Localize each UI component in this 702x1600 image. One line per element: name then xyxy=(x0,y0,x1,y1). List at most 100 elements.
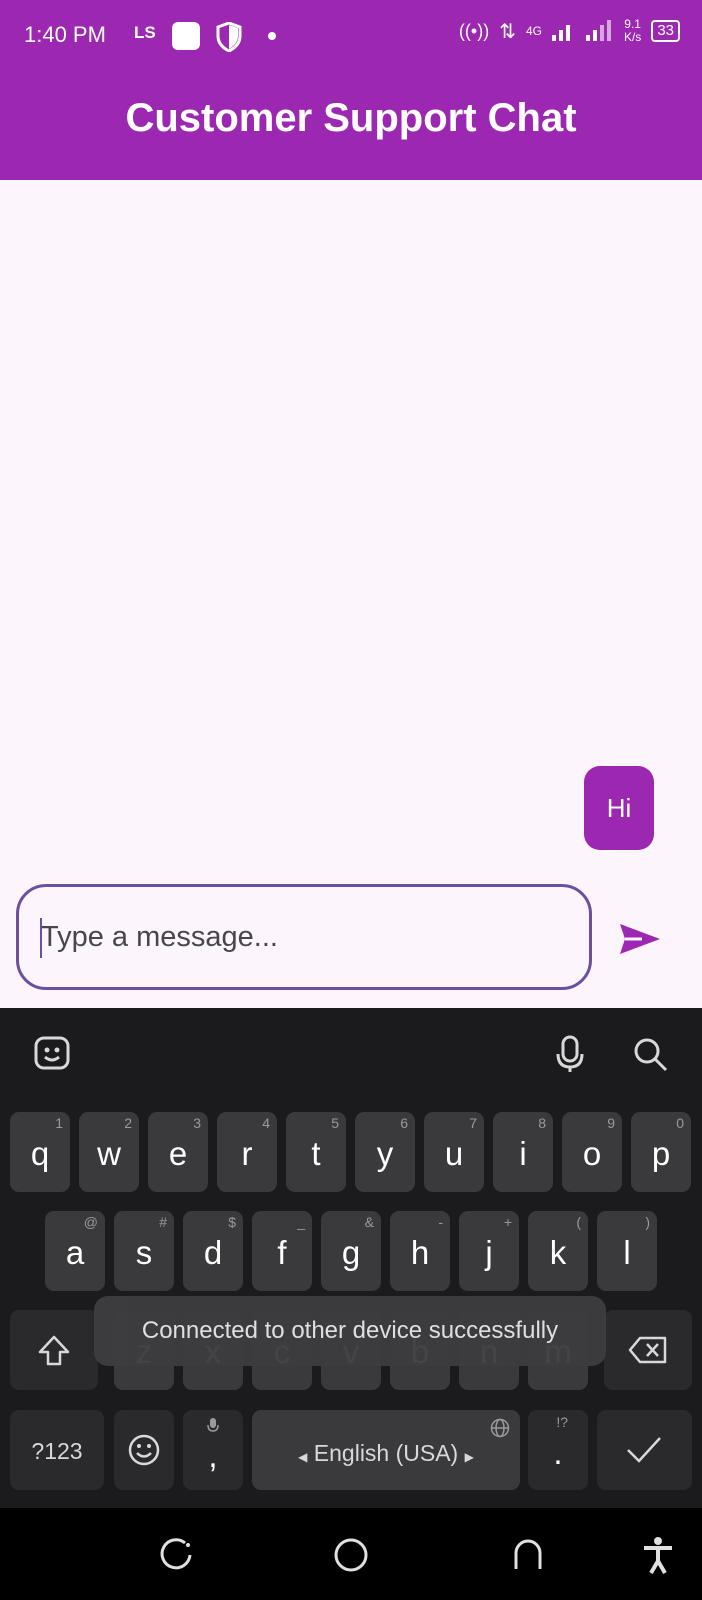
message-input-container[interactable] xyxy=(16,884,592,990)
backspace-icon xyxy=(628,1336,667,1364)
key-label: t xyxy=(311,1135,321,1172)
period-key[interactable]: !? . xyxy=(528,1410,588,1490)
key-hint: & xyxy=(364,1214,374,1230)
key-hint: 0 xyxy=(676,1115,684,1131)
key-p[interactable]: 0p xyxy=(631,1112,691,1192)
key-label: l xyxy=(623,1234,631,1271)
text-cursor xyxy=(40,918,42,958)
recents-button[interactable] xyxy=(155,1533,199,1577)
shield-icon xyxy=(216,21,242,57)
backspace-key[interactable] xyxy=(604,1310,692,1390)
key-label: u xyxy=(444,1135,464,1172)
key-hint: 1 xyxy=(55,1115,63,1131)
key-q[interactable]: 1q xyxy=(10,1112,70,1192)
key-label: i xyxy=(519,1135,527,1172)
key-label: e xyxy=(168,1135,188,1172)
keyboard-toolbar xyxy=(0,1008,702,1098)
key-d[interactable]: $ d xyxy=(183,1211,243,1291)
message-input[interactable] xyxy=(41,907,561,967)
key-hint: 3 xyxy=(193,1115,201,1131)
back-button[interactable] xyxy=(506,1533,550,1577)
key-label: English (USA) xyxy=(313,1440,459,1466)
status-indicators: ((•)) ⇅ 4G 9.1 K/s 33 xyxy=(459,18,680,44)
key-f[interactable]: _ f xyxy=(252,1211,312,1291)
key-label: h xyxy=(410,1234,430,1271)
key-label: f xyxy=(277,1234,287,1271)
carrier-badge: LS xyxy=(134,23,156,42)
key-e[interactable]: 3e xyxy=(148,1112,208,1192)
search-icon[interactable] xyxy=(630,1034,670,1074)
key-hint: 5 xyxy=(331,1115,339,1131)
key-w[interactable]: 2w xyxy=(79,1112,139,1192)
send-icon xyxy=(620,924,660,954)
key-hint: 2 xyxy=(124,1115,132,1131)
key-label: a xyxy=(65,1234,85,1271)
back-icon xyxy=(514,1539,542,1569)
key-a[interactable]: @ a xyxy=(45,1211,105,1291)
enter-key[interactable] xyxy=(597,1410,692,1490)
key-label: q xyxy=(30,1135,50,1172)
space-key[interactable]: ◀ English (USA) ▶ xyxy=(252,1410,520,1490)
key-hint: 8 xyxy=(538,1115,546,1131)
battery-icon: 33 xyxy=(651,20,680,42)
key-hint: # xyxy=(159,1214,167,1230)
key-label: o xyxy=(582,1135,602,1172)
key-hint: 7 xyxy=(469,1115,477,1131)
key-j[interactable]: + j xyxy=(459,1211,519,1291)
checkmark-icon xyxy=(627,1437,661,1463)
key-label: y xyxy=(376,1135,394,1172)
key-label: k xyxy=(549,1234,567,1271)
shift-key[interactable] xyxy=(10,1310,98,1390)
key-i[interactable]: 8i xyxy=(493,1112,553,1192)
key-u[interactable]: 7u xyxy=(424,1112,484,1192)
home-button[interactable] xyxy=(329,1533,373,1577)
key-r[interactable]: 4r xyxy=(217,1112,277,1192)
message-bubble-user[interactable]: Hi xyxy=(584,766,654,850)
symbols-key[interactable]: ?123 xyxy=(10,1410,104,1490)
key-hint: _ xyxy=(297,1214,305,1230)
system-navigation-bar xyxy=(0,1508,702,1600)
status-time: 1:40 PM xyxy=(24,22,106,47)
key-label: w xyxy=(97,1135,121,1172)
key-hint: @ xyxy=(83,1214,98,1230)
key-label: . xyxy=(553,1434,563,1471)
page-title: Customer Support Chat xyxy=(125,96,577,140)
chat-messages[interactable]: Hi xyxy=(0,180,702,870)
shift-icon xyxy=(38,1335,70,1366)
key-label: , xyxy=(208,1437,218,1474)
key-hint: - xyxy=(438,1214,443,1230)
home-icon xyxy=(334,1538,368,1572)
sticker-icon[interactable] xyxy=(32,1034,72,1074)
app-bar: Customer Support Chat xyxy=(0,72,702,180)
emoji-key[interactable] xyxy=(114,1410,174,1490)
key-label: r xyxy=(241,1135,253,1172)
language-prev-icon: ◀ xyxy=(298,1450,308,1464)
signal-icon xyxy=(551,19,614,44)
hotspot-icon: ((•)) xyxy=(458,20,490,41)
key-l[interactable]: ) l xyxy=(597,1211,657,1291)
key-hint: ( xyxy=(576,1214,581,1230)
soft-keyboard: 1q 2w 3e 4r 5t 6y 7u 8i 9o 0p @ a # s $ d _… xyxy=(0,1008,702,1508)
accessibility-button[interactable] xyxy=(636,1533,680,1577)
key-s[interactable]: # s xyxy=(114,1211,174,1291)
comma-key[interactable]: , xyxy=(183,1410,243,1490)
microphone-icon[interactable] xyxy=(550,1034,590,1074)
send-button[interactable] xyxy=(614,912,668,966)
key-o[interactable]: 9o xyxy=(562,1112,622,1192)
key-label: g xyxy=(341,1234,361,1271)
key-k[interactable]: (k xyxy=(528,1211,588,1291)
key-t[interactable]: 5t xyxy=(286,1112,346,1192)
key-label: j xyxy=(485,1234,493,1271)
key-label: s xyxy=(135,1234,153,1271)
key-h[interactable]: -h xyxy=(390,1211,450,1291)
network-type: 4G xyxy=(525,24,542,38)
emoji-icon xyxy=(128,1434,160,1466)
key-y[interactable]: 6y xyxy=(355,1112,415,1192)
language-next-icon: ▶ xyxy=(464,1450,474,1464)
key-g[interactable]: & g xyxy=(321,1211,381,1291)
network-speed: 9.1 K/s xyxy=(624,18,641,44)
data-transfer-icon: ⇅ xyxy=(499,20,516,43)
key-hint: + xyxy=(503,1214,512,1230)
network-speed-unit: K/s xyxy=(623,30,642,44)
key-hint: !? xyxy=(556,1414,568,1430)
